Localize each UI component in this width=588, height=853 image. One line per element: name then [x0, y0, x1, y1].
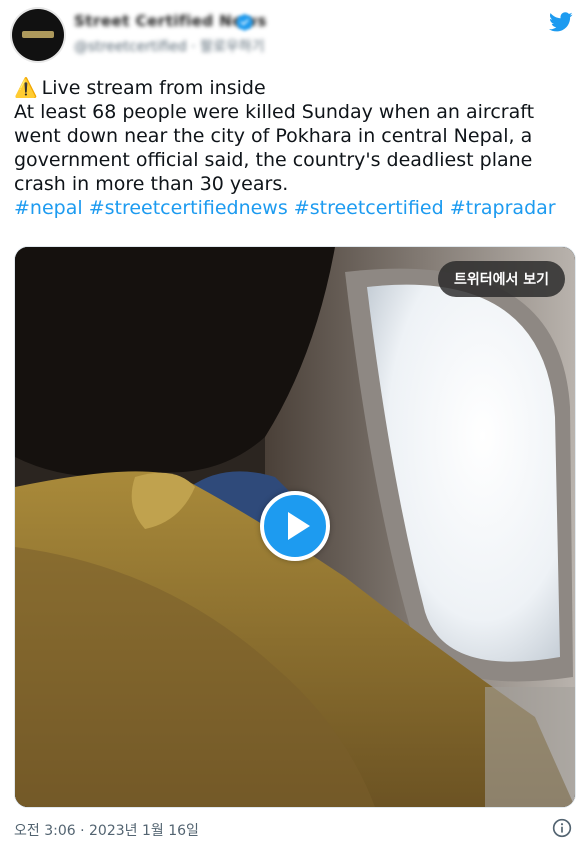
tweet-card: Street Certified News @streetcertified ·…: [0, 0, 588, 853]
view-on-twitter-button[interactable]: 트위터에서 보기: [437, 261, 565, 297]
avatar-logo: [22, 31, 54, 38]
hashtag-streetcertifiednews[interactable]: #streetcertifiednews: [89, 197, 288, 219]
tweet-line-4: government official said, the country's …: [14, 149, 533, 171]
hashtag-streetcertified[interactable]: #streetcertified: [294, 197, 444, 219]
info-icon[interactable]: [552, 818, 572, 838]
twitter-bird-icon[interactable]: [548, 10, 574, 34]
tweet-line-3: went down near the city of Pokhara in ce…: [14, 125, 533, 147]
tweet-timestamp[interactable]: 오전 3:06 · 2023년 1월 16일: [14, 820, 199, 840]
handle-follow[interactable]: @streetcertified · 팔로우하기: [74, 36, 264, 56]
tweet-line-1: ⚠️ Live stream from inside: [14, 77, 266, 99]
tweet-line-2: At least 68 people were killed Sunday wh…: [14, 101, 535, 123]
tweet-text: ⚠️ Live stream from inside At least 68 pe…: [14, 76, 574, 220]
avatar[interactable]: [12, 9, 64, 61]
warning-icon: ⚠️: [14, 77, 38, 99]
tweet-line-5: crash in more than 30 years.: [14, 173, 289, 195]
hashtag-trapradar[interactable]: #trapradar: [450, 197, 556, 219]
video-player[interactable]: 트위터에서 보기: [14, 246, 576, 808]
verified-badge-icon: [236, 14, 253, 31]
hashtag-row: #nepal #streetcertifiednews #streetcerti…: [14, 196, 574, 220]
play-button[interactable]: [260, 491, 330, 561]
hashtag-nepal[interactable]: #nepal: [14, 197, 83, 219]
play-icon: [288, 512, 310, 540]
